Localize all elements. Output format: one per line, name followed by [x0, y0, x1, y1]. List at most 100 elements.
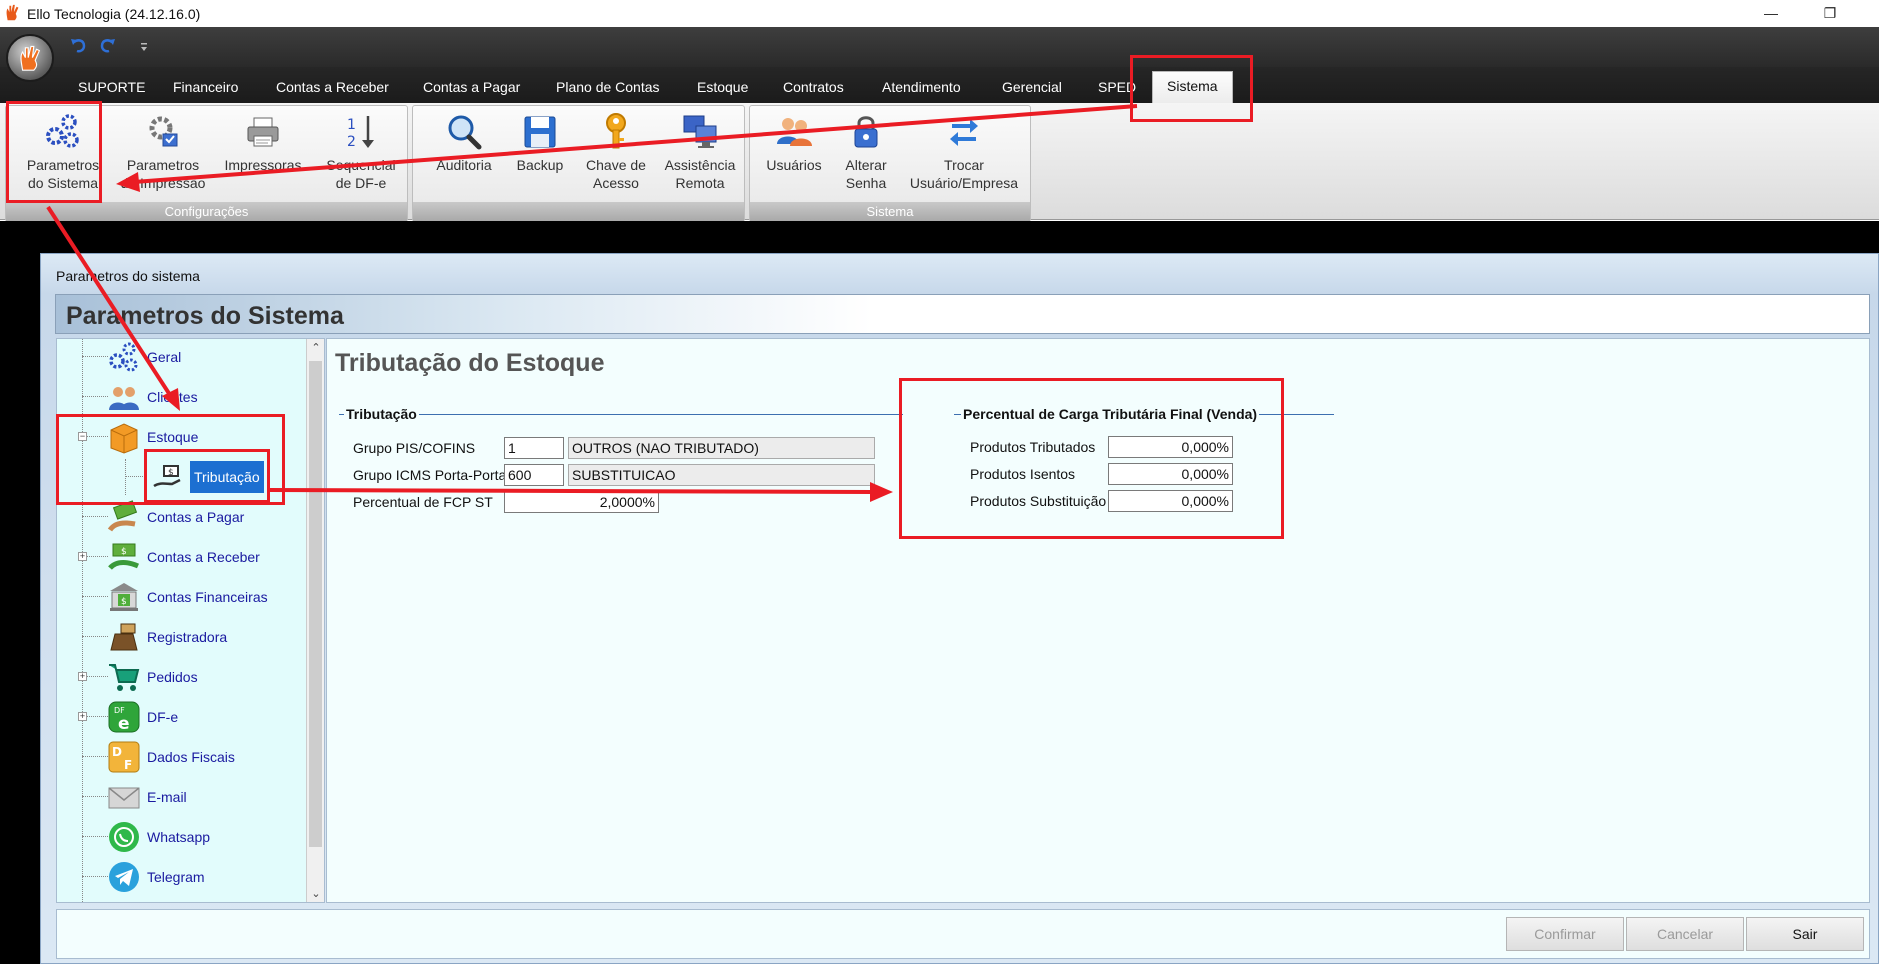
undo-icon[interactable]: [68, 36, 88, 56]
tree-label: Contas Financeiras: [147, 589, 268, 605]
tree-item-contas-a-pagar[interactable]: Contas a Pagar: [107, 499, 244, 535]
parametros-de-impressao-label-1: Parametros: [126, 157, 200, 173]
tree-connector: [82, 796, 108, 797]
key-icon: [606, 113, 626, 149]
tab-contratos[interactable]: Contratos: [777, 77, 850, 103]
icms-porta-porta-description: SUBSTITUICAO: [568, 464, 875, 486]
tree-expander-estoque[interactable]: −: [78, 432, 87, 441]
tab-sped[interactable]: SPED: [1092, 77, 1142, 103]
pis-cofins-code-input[interactable]: 1: [504, 437, 564, 459]
padlock-icon: [854, 116, 878, 148]
tree-item-email[interactable]: E-mail: [107, 779, 187, 815]
cancelar-button[interactable]: Cancelar: [1626, 917, 1744, 951]
tree-expander-contas-a-receber[interactable]: +: [78, 552, 87, 561]
tree-connector: [82, 356, 108, 357]
ello-hand-icon: [20, 45, 41, 71]
produtos-isentos-label: Produtos Isentos: [970, 466, 1076, 482]
settings-tree[interactable]: − + + + Geral Clientes Estoque $ Tributa…: [56, 338, 325, 903]
sequencial-de-dfe-button[interactable]: 1 2 Sequencial de DF-e: [316, 112, 406, 192]
alterar-senha-button[interactable]: Alterar Senha: [834, 112, 898, 192]
tree-scroll-thumb[interactable]: [309, 361, 322, 847]
users-icon: [777, 118, 812, 146]
alterar-senha-label-1: Alterar: [845, 157, 887, 173]
tab-estoque[interactable]: Estoque: [691, 77, 754, 103]
pis-cofins-label: Grupo PIS/COFINS: [353, 440, 476, 456]
tree-item-telegram[interactable]: Telegram: [107, 859, 205, 895]
tree-item-pedidos[interactable]: Pedidos: [107, 659, 198, 695]
money-hand-icon: [107, 500, 138, 532]
tributacao-estoque-panel: Tributação do Estoque Tributação Grupo P…: [326, 338, 1870, 903]
tab-contas-a-pagar[interactable]: Contas a Pagar: [417, 77, 526, 103]
produtos-substituicao-input[interactable]: 0,000%: [1108, 490, 1233, 512]
tree-label: Contas a Receber: [147, 549, 260, 565]
parametros-de-impressao-label-2: de Impressão: [120, 175, 206, 191]
sair-button[interactable]: Sair: [1746, 917, 1864, 951]
icms-porta-porta-label: Grupo ICMS Porta-Porta: [353, 467, 507, 483]
tab-atendimento[interactable]: Atendimento: [876, 77, 967, 103]
tree-item-dfe[interactable]: DF e DF-e: [107, 699, 178, 735]
scroll-down-icon[interactable]: ⌄: [307, 887, 324, 900]
tree-item-registradora[interactable]: Registradora: [107, 619, 227, 655]
icms-porta-porta-code-input[interactable]: 600: [504, 464, 564, 486]
tree-item-contas-a-receber[interactable]: $ Contas a Receber: [107, 539, 260, 575]
ribbon-group-caption-configuracoes: Configurações: [6, 202, 407, 221]
tree-item-geral[interactable]: Geral: [107, 339, 181, 375]
tab-gerencial[interactable]: Gerencial: [996, 77, 1068, 103]
assistencia-remota-button[interactable]: Assistência Remota: [656, 112, 744, 192]
tree-connector: [82, 636, 108, 637]
customize-quick-access-icon[interactable]: [138, 40, 150, 54]
page-title: Tributação do Estoque: [335, 349, 605, 377]
tree-connector: [125, 476, 143, 477]
tree-connector: [82, 876, 108, 877]
minimize-button[interactable]: —: [1751, 2, 1791, 24]
tree-connector: [82, 756, 108, 757]
usuarios-button[interactable]: Usuários: [754, 112, 834, 174]
produtos-isentos-input[interactable]: 0,000%: [1108, 463, 1233, 485]
magnifier-icon: [448, 115, 482, 150]
parametros-do-sistema-button[interactable]: Parametros do Sistema: [14, 112, 112, 192]
svg-text:F: F: [124, 758, 132, 772]
tree-item-whatsapp[interactable]: Whatsapp: [107, 819, 210, 855]
fiscal-data-icon: D F: [108, 741, 140, 773]
tree-scrollbar[interactable]: ⌃ ⌄: [306, 339, 324, 902]
chave-de-acesso-button[interactable]: Chave de Acesso: [576, 112, 656, 192]
tab-suporte[interactable]: SUPORTE: [72, 77, 151, 103]
fcp-st-input[interactable]: 2,0000%: [504, 491, 659, 513]
produtos-tributados-input[interactable]: 0,000%: [1108, 436, 1233, 458]
window-titlebar: Ello Tecnologia (24.12.16.0) — ❐: [0, 0, 1879, 27]
application-menu-button[interactable]: [6, 34, 54, 82]
tree-item-contas-financeiras[interactable]: $ Contas Financeiras: [107, 579, 268, 615]
confirmar-button[interactable]: Confirmar: [1506, 917, 1624, 951]
gears-icon: [109, 342, 138, 372]
ribbon-group-caption-tools: [413, 202, 744, 221]
auditoria-button[interactable]: Auditoria: [423, 112, 505, 174]
redo-icon[interactable]: [98, 36, 118, 56]
window-title: Ello Tecnologia (24.12.16.0): [27, 6, 201, 22]
tree-item-tributacao[interactable]: $ Tributação: [150, 459, 264, 495]
tab-financeiro[interactable]: Financeiro: [167, 77, 244, 103]
tab-sistema[interactable]: Sistema: [1152, 71, 1233, 103]
tree-expander-pedidos[interactable]: +: [78, 672, 87, 681]
sequencial-de-dfe-label-2: de DF-e: [335, 175, 387, 191]
impressoras-label: Impressoras: [224, 157, 302, 173]
tree-item-estoque[interactable]: Estoque: [107, 419, 198, 455]
impressoras-button[interactable]: Impressoras: [217, 112, 309, 174]
tab-plano-de-contas[interactable]: Plano de Contas: [550, 77, 666, 103]
parametros-de-impressao-button[interactable]: Parametros de Impressão: [117, 112, 209, 192]
restore-button[interactable]: ❐: [1810, 2, 1850, 24]
tree-item-dados-fiscais[interactable]: D F Dados Fiscais: [107, 739, 235, 775]
tree-item-clientes[interactable]: Clientes: [107, 379, 198, 415]
chave-de-acesso-label-2: Acesso: [593, 175, 639, 191]
dialog-footer: Confirmar Cancelar Sair: [56, 909, 1870, 959]
svg-text:2: 2: [347, 134, 356, 150]
svg-text:$: $: [121, 547, 127, 557]
tree-expander-dfe[interactable]: +: [78, 712, 87, 721]
scroll-up-icon[interactable]: ⌃: [307, 341, 324, 354]
ello-hand-icon: [6, 4, 19, 21]
ribbon-panel: Parametros do Sistema Parametros de Impr…: [0, 103, 1879, 222]
backup-button[interactable]: Backup: [505, 112, 575, 174]
trocar-usuario-empresa-button[interactable]: Trocar Usuário/Empresa: [898, 112, 1030, 192]
dfe-icon: DF e: [108, 701, 140, 734]
parametros-do-sistema-label-2: do Sistema: [27, 175, 99, 191]
tab-contas-a-receber[interactable]: Contas a Receber: [270, 77, 395, 103]
